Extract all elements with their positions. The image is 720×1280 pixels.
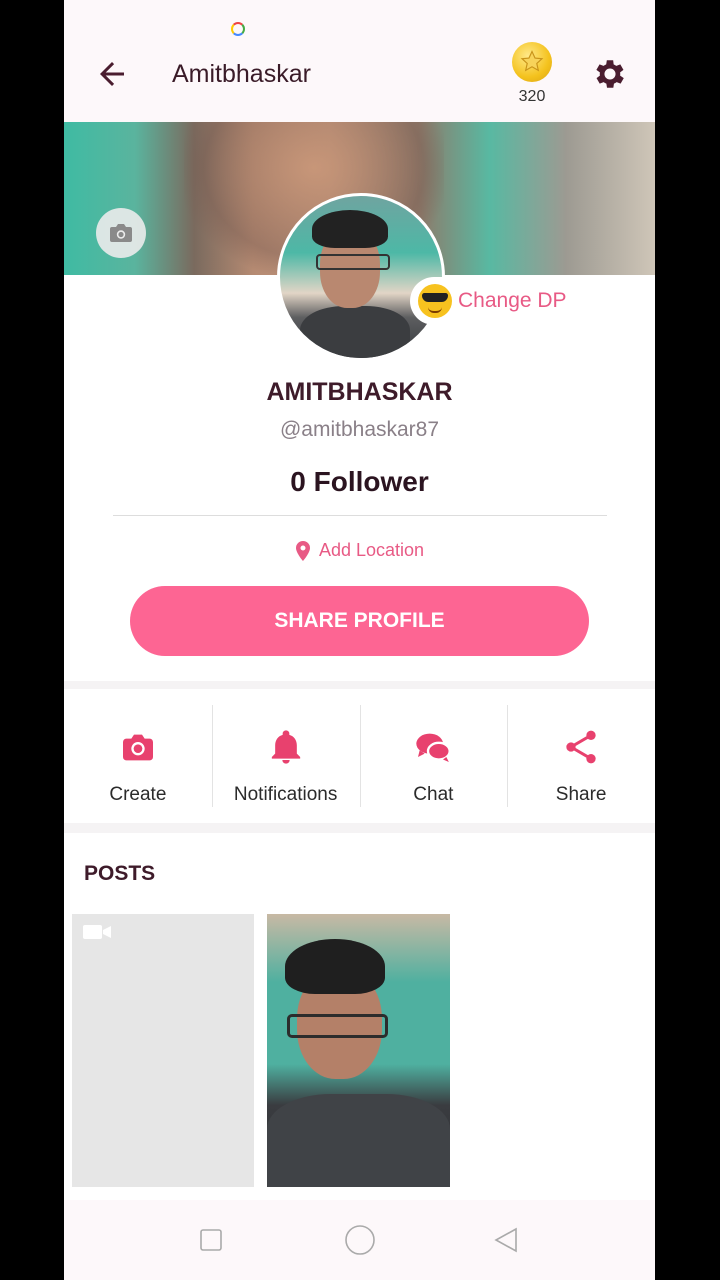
settings-gear-icon[interactable] (591, 55, 629, 93)
profile-avatar[interactable] (277, 193, 445, 361)
video-camera-icon (83, 925, 111, 939)
post-thumbnail-video[interactable] (72, 914, 254, 1187)
share-label: Share (555, 784, 607, 805)
share-profile-button[interactable]: SHARE PROFILE (130, 586, 589, 656)
follower-count[interactable]: 0 Follower (64, 466, 655, 498)
chat-action[interactable]: Chat (359, 689, 508, 823)
chat-label: Chat (413, 784, 454, 805)
change-dp-label: Change DP (458, 289, 567, 312)
chat-icon (416, 733, 452, 762)
posts-heading: POSTS (84, 862, 156, 885)
page-title: Amitbhaskar (172, 60, 311, 88)
home-circle-icon[interactable] (344, 1224, 376, 1256)
create-label: Create (109, 784, 167, 805)
section-separator (64, 681, 655, 689)
bell-icon (271, 730, 300, 764)
add-location-link[interactable]: Add Location (64, 540, 655, 561)
coin-count: 320 (518, 88, 546, 105)
change-dp-button[interactable]: Change DP (410, 277, 581, 325)
divider (113, 515, 607, 516)
status-indicator-icon (231, 22, 245, 36)
share-action[interactable]: Share (507, 689, 655, 823)
create-action[interactable]: Create (64, 689, 212, 823)
sunglasses-emoji-icon (418, 284, 452, 318)
coin-icon[interactable] (512, 42, 552, 82)
add-location-label: Add Location (318, 540, 425, 560)
change-cover-button[interactable] (96, 208, 146, 258)
post-thumbnail-photo[interactable] (267, 914, 450, 1187)
action-row: Create Notifications Chat Share (64, 689, 655, 823)
system-nav-bar (64, 1200, 655, 1280)
camera-icon (110, 224, 132, 242)
camera-icon (122, 734, 153, 761)
section-separator (64, 823, 655, 833)
recents-square-icon[interactable] (197, 1226, 225, 1254)
notifications-label: Notifications (233, 784, 338, 805)
location-pin-icon (295, 540, 310, 561)
profile-name: AMITBHASKAR (266, 378, 453, 406)
top-app-bar: Amitbhaskar 320 (64, 0, 655, 122)
back-arrow-icon[interactable] (94, 56, 130, 92)
profile-handle: @amitbhaskar87 (279, 418, 440, 441)
share-icon (566, 730, 596, 764)
back-triangle-icon[interactable] (492, 1226, 520, 1254)
phone-screen: Amitbhaskar 320 Change DP AMITBHASKAR @a… (64, 0, 655, 1280)
notifications-action[interactable]: Notifications (211, 689, 360, 823)
